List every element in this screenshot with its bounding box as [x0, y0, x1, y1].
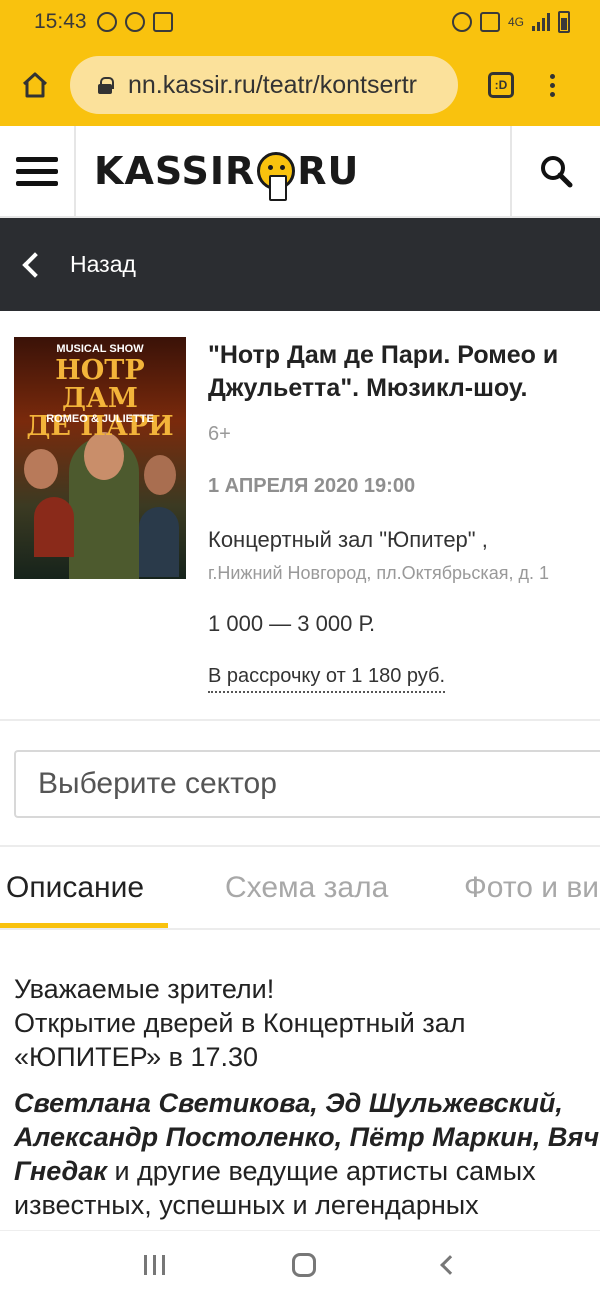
url-field[interactable]: nn.kassir.ru/teatr/kontsertr — [70, 56, 458, 114]
poster-figure — [34, 497, 74, 557]
logo-text-right: RU — [297, 149, 360, 193]
description-line: известных, успешных и легендарных — [14, 1190, 479, 1220]
tab-photo-video[interactable]: Фото и ви — [464, 871, 599, 905]
menu-dot-icon — [550, 82, 555, 88]
poster-face — [144, 455, 176, 495]
alarm-icon — [451, 12, 472, 32]
viber-icon — [96, 12, 117, 32]
recents-icon — [152, 1254, 156, 1275]
poster-subtitle: ROMEO & JULIETTE — [46, 413, 154, 425]
square-notification-icon — [152, 12, 173, 32]
event-price: 1 000 — 3 000 Р. — [208, 611, 376, 636]
logo-smiley-icon — [257, 152, 296, 201]
system-nav-bar — [0, 1230, 600, 1298]
back-label: Назад — [70, 251, 136, 277]
back-nav-button[interactable] — [439, 1254, 460, 1275]
status-left-icons — [96, 12, 173, 32]
browser-menu-button[interactable] — [550, 73, 555, 97]
home-button[interactable] — [0, 44, 70, 126]
description-line: «ЮПИТЕР» в 17.30 — [14, 1042, 259, 1072]
event-title: "Нотр Дам де Пари. Ромео и Джульетта". М… — [208, 341, 559, 402]
event-poster[interactable]: MUSICAL SHOW НОТР ДАМ ДЕ ПАРИ ROMEO & JU… — [14, 337, 186, 579]
hamburger-line — [16, 156, 58, 162]
search-icon — [541, 156, 573, 188]
content-tabs: Описание Схема зала Фото и ви — [0, 845, 600, 930]
menu-dot-icon — [550, 73, 555, 79]
site-header: KASSIR RU — [0, 126, 600, 218]
back-bar[interactable]: Назад — [0, 218, 600, 311]
status-bar: 15:43 4G — [0, 0, 600, 44]
description-text: Уважаемые зрители! Открытие дверей в Кон… — [14, 972, 600, 1234]
age-rating: 6+ — [208, 423, 231, 445]
sector-select[interactable]: Выберите сектор — [14, 750, 600, 818]
tab-hall-scheme[interactable]: Схема зала — [225, 871, 388, 905]
poster-title-line: НОТР ДАМ — [55, 355, 145, 414]
description-line: и другие ведущие артисты самых — [106, 1156, 536, 1186]
hamburger-line — [16, 180, 58, 186]
poster-face — [24, 449, 58, 489]
description-line: Уважаемые зрители! — [14, 974, 275, 1004]
hamburger-line — [16, 168, 58, 174]
site-logo[interactable]: KASSIR RU — [76, 126, 510, 216]
artist-names: Александр Постоленко, Пётр Маркин, Вячес — [14, 1122, 600, 1152]
logo-text-left: KASSIR — [94, 149, 256, 193]
tab-description[interactable]: Описание — [6, 871, 144, 905]
description-line: Открытие дверей в Концертный зал — [14, 1008, 466, 1038]
event-card: MUSICAL SHOW НОТР ДАМ ДЕ ПАРИ ROMEO & JU… — [0, 311, 600, 721]
lock-icon — [98, 77, 114, 94]
status-time: 15:43 — [34, 10, 87, 33]
event-venue[interactable]: Концертный зал "Юпитер" , — [208, 527, 488, 553]
poster-title: НОТР ДАМ ДЕ ПАРИ — [14, 357, 186, 441]
description-paragraph: Светлана Светикова, Эд Шульжевский, Алек… — [14, 1086, 600, 1222]
poster-figure — [139, 507, 179, 577]
recents-button[interactable] — [143, 1254, 165, 1275]
artist-names: Светлана Светикова, Эд Шульжевский, — [14, 1088, 563, 1118]
installment-link[interactable]: В рассрочку от 1 180 руб. — [208, 665, 446, 693]
active-tab-indicator — [0, 923, 168, 928]
home-nav-button[interactable] — [291, 1252, 316, 1277]
battery-icon — [558, 11, 570, 33]
tabs-switcher-button[interactable]: :D — [488, 72, 514, 98]
url-text: nn.kassir.ru/teatr/kontsertr — [128, 70, 418, 99]
vpn-icon — [124, 12, 145, 32]
event-address: г.Нижний Новгород, пл.Октябрьская, д. 1 — [208, 563, 549, 583]
mute-icon — [479, 12, 500, 32]
artist-names: Гнедак — [14, 1156, 107, 1186]
search-button[interactable] — [510, 126, 600, 216]
poster-top-text: MUSICAL SHOW — [56, 343, 144, 355]
signal-icon — [532, 13, 550, 31]
network-type: 4G — [507, 15, 524, 29]
chevron-left-icon — [22, 251, 48, 278]
description-paragraph: Уважаемые зрители! Открытие дверей в Кон… — [14, 972, 600, 1074]
status-right-icons: 4G — [451, 11, 570, 33]
home-icon — [22, 72, 48, 98]
hamburger-menu-button[interactable] — [0, 126, 76, 216]
recents-icon — [143, 1254, 147, 1275]
event-date: 1 АПРЕЛЯ 2020 19:00 — [208, 475, 416, 497]
recents-icon — [161, 1254, 165, 1275]
menu-dot-icon — [550, 91, 555, 97]
browser-toolbar: nn.kassir.ru/teatr/kontsertr :D — [0, 44, 600, 126]
